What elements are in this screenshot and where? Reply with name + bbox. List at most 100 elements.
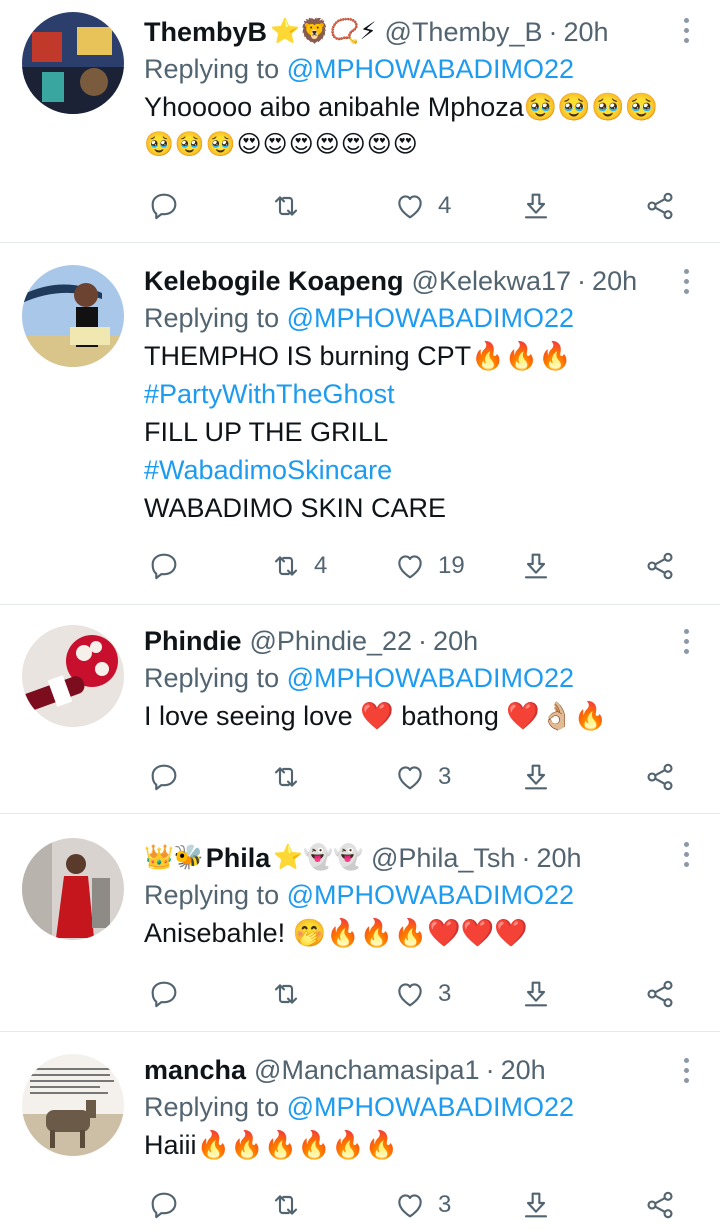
- display-name[interactable]: Phila: [206, 840, 271, 876]
- timestamp[interactable]: 20h: [592, 263, 637, 299]
- user-handle[interactable]: @Phindie_22: [250, 623, 413, 659]
- retweet-button[interactable]: 4: [270, 546, 327, 586]
- share-button[interactable]: [644, 974, 676, 1014]
- timestamp[interactable]: 20h: [536, 840, 581, 876]
- like-button[interactable]: 19: [394, 546, 465, 586]
- like-icon: [398, 766, 422, 790]
- download-button[interactable]: [520, 757, 552, 797]
- like-button[interactable]: 3: [394, 974, 451, 1014]
- retweet-button[interactable]: [270, 974, 314, 1014]
- reply-button[interactable]: [148, 974, 192, 1014]
- download-button[interactable]: [520, 1185, 552, 1225]
- tweet[interactable]: mancha @Manchamasipa1 · 20h Replying to …: [0, 1032, 720, 1229]
- share-icon: [647, 763, 673, 791]
- display-name[interactable]: Phindie: [144, 623, 242, 659]
- tweet[interactable]: Phindie @Phindie_22 · 20h Replying to @M…: [0, 605, 720, 814]
- replying-to: Replying to @MPHOWABADIMO22: [144, 880, 575, 910]
- display-name[interactable]: Kelebogile Koapeng: [144, 263, 404, 299]
- user-handle[interactable]: @Phila_Tsh: [371, 840, 515, 876]
- tweet[interactable]: Kelebogile Koapeng @Kelekwa17 · 20h Repl…: [0, 243, 720, 605]
- more-icon[interactable]: [684, 842, 690, 867]
- timestamp[interactable]: 20h: [433, 623, 478, 659]
- more-icon[interactable]: [684, 1058, 690, 1083]
- avatar[interactable]: [22, 838, 124, 940]
- download-button[interactable]: [520, 974, 552, 1014]
- retweet-button[interactable]: [270, 1185, 314, 1225]
- tweet-text: WABADIMO SKIN CARE: [144, 493, 447, 523]
- download-icon: [524, 981, 548, 1007]
- reply-mention[interactable]: @MPHOWABADIMO22: [287, 54, 574, 84]
- share-icon: [647, 1191, 673, 1219]
- download-button[interactable]: [520, 186, 552, 226]
- tweet-text: THEMPHO IS burning CPT🔥🔥🔥: [144, 341, 572, 371]
- reply-mention[interactable]: @MPHOWABADIMO22: [287, 880, 574, 910]
- share-button[interactable]: [644, 546, 676, 586]
- retweet-button[interactable]: [270, 757, 314, 797]
- more-icon[interactable]: [684, 18, 690, 43]
- reply-button[interactable]: [148, 1185, 192, 1225]
- retweet-icon: [274, 767, 298, 787]
- reply-button[interactable]: [148, 757, 192, 797]
- replying-to: Replying to @MPHOWABADIMO22: [144, 663, 575, 693]
- share-button[interactable]: [644, 757, 676, 797]
- tweet-text: Yhooooo aibo anibahle Mphoza🥹🥹🥹🥹: [144, 92, 659, 122]
- tweet-actions: 3: [144, 757, 689, 797]
- user-handle[interactable]: @Themby_B: [385, 14, 543, 50]
- avatar[interactable]: [22, 265, 124, 367]
- reply-mention[interactable]: @MPHOWABADIMO22: [287, 303, 574, 333]
- timestamp[interactable]: 20h: [564, 14, 609, 50]
- share-button[interactable]: [644, 1185, 676, 1225]
- display-name[interactable]: ThembyB: [144, 14, 267, 50]
- reply-button[interactable]: [148, 186, 192, 226]
- more-icon[interactable]: [684, 269, 690, 294]
- avatar[interactable]: [22, 625, 124, 727]
- like-button[interactable]: 3: [394, 1185, 451, 1225]
- avatar[interactable]: [22, 1054, 124, 1156]
- download-button[interactable]: [520, 546, 552, 586]
- like-icon: [398, 555, 422, 579]
- name-emoji: 👑🐝: [144, 844, 204, 871]
- download-icon: [524, 764, 548, 790]
- more-icon[interactable]: [684, 629, 690, 654]
- like-icon: [398, 983, 422, 1007]
- display-name[interactable]: mancha: [144, 1052, 246, 1088]
- hashtag-link[interactable]: #WabadimoSkincare: [144, 451, 680, 489]
- tweet-header: 👑🐝 Phila ⭐👻👻 @Phila_Tsh · 20h: [144, 840, 680, 876]
- retweet-button[interactable]: [270, 186, 314, 226]
- tweet-actions: 3: [144, 1185, 689, 1225]
- reply-button[interactable]: [148, 546, 192, 586]
- share-button[interactable]: [644, 186, 676, 226]
- user-handle[interactable]: @Kelekwa17: [412, 263, 572, 299]
- reply-icon: [151, 981, 177, 1008]
- tweet-text: 🥹🥹🥹😍😍😍😍😍😍😍: [144, 131, 419, 158]
- retweet-icon: [274, 196, 298, 216]
- replying-to: Replying to @MPHOWABADIMO22: [144, 303, 575, 333]
- reply-icon: [151, 193, 177, 220]
- hashtag-link[interactable]: #PartyWithTheGhost: [144, 375, 680, 413]
- tweet-header: mancha @Manchamasipa1 · 20h: [144, 1052, 680, 1088]
- tweet[interactable]: ThembyB ⭐🦁📿⚡ @Themby_B · 20h Replying to…: [0, 0, 720, 243]
- download-icon: [524, 193, 548, 219]
- tweet-text: Anisebahle! 🤭🔥🔥🔥❤️❤️❤️: [144, 918, 528, 948]
- replying-to: Replying to @MPHOWABADIMO22: [144, 54, 575, 84]
- like-icon: [398, 1194, 422, 1218]
- share-icon: [647, 552, 673, 580]
- share-icon: [647, 192, 673, 220]
- avatar[interactable]: [22, 12, 124, 114]
- tweet-header: Phindie @Phindie_22 · 20h: [144, 623, 680, 659]
- like-icon: [398, 195, 422, 219]
- user-handle[interactable]: @Manchamasipa1: [254, 1052, 480, 1088]
- timestamp[interactable]: 20h: [501, 1052, 546, 1088]
- name-emoji: ⭐👻👻: [273, 844, 363, 871]
- tweet-text: FILL UP THE GRILL: [144, 417, 389, 447]
- like-button[interactable]: 3: [394, 757, 451, 797]
- reply-mention[interactable]: @MPHOWABADIMO22: [287, 663, 574, 693]
- like-button[interactable]: 4: [394, 186, 451, 226]
- download-icon: [524, 1192, 548, 1218]
- tweet[interactable]: 👑🐝 Phila ⭐👻👻 @Phila_Tsh · 20h Replying t…: [0, 814, 720, 1032]
- tweet-text: I love seeing love ❤️ bathong ❤️👌🏼🔥: [144, 701, 608, 731]
- name-emoji: ⭐🦁📿⚡: [270, 18, 377, 45]
- reply-icon: [151, 764, 177, 791]
- tweet-actions: 3: [144, 974, 689, 1014]
- reply-mention[interactable]: @MPHOWABADIMO22: [287, 1092, 574, 1122]
